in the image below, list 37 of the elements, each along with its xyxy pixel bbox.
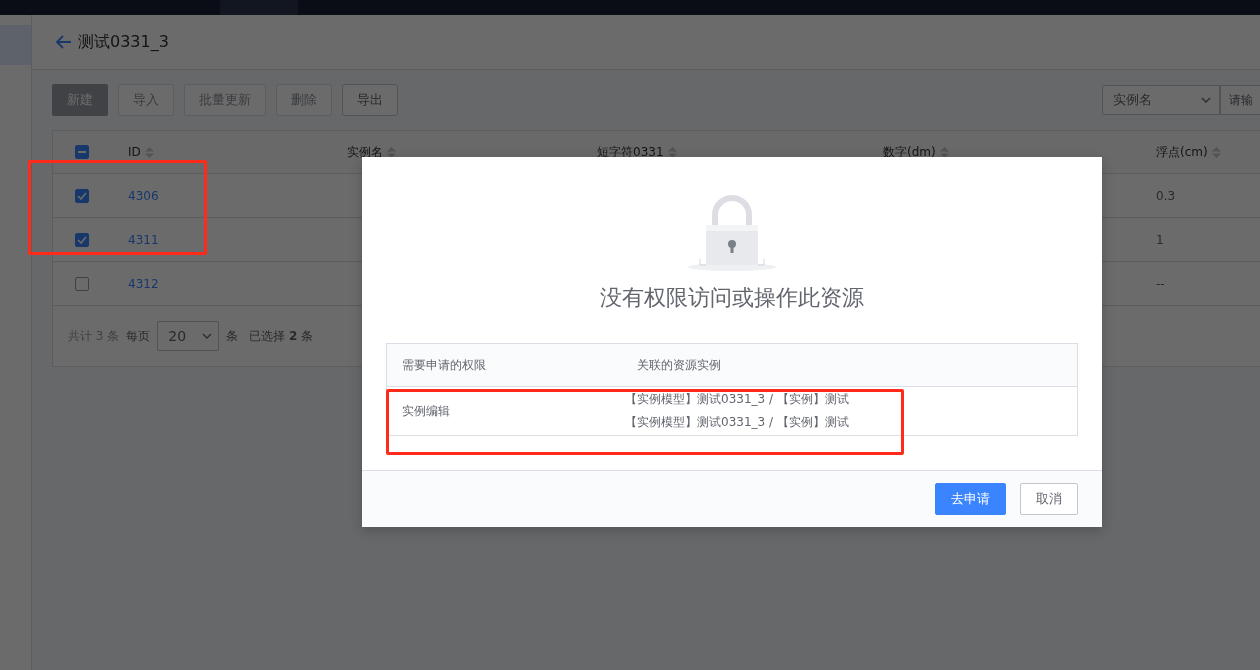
table-cell-text: 【实例模型】测试0331_3 / 【实例】测试 [625, 414, 850, 431]
back-arrow-icon[interactable] [56, 35, 72, 49]
table-cell: 0.3 [1156, 188, 1176, 203]
column-header[interactable]: 短字符0331 [597, 143, 664, 161]
id-link[interactable]: 4311 [128, 232, 159, 247]
table-cell: 实例编辑 [402, 403, 450, 418]
column-header[interactable]: ID [128, 145, 141, 159]
id-link[interactable]: 4306 [128, 188, 159, 203]
column-header[interactable]: 浮点(cm) [1156, 143, 1208, 161]
field-select[interactable]: 实例名 [1102, 85, 1220, 115]
chevron-down-icon [1201, 97, 1211, 103]
sort-icon[interactable] [667, 146, 677, 158]
table-cell: -- [1156, 276, 1165, 291]
per-page-unit: 条 [226, 327, 239, 345]
dialog-title: 没有权限访问或操作此资源 [600, 284, 864, 312]
column-header[interactable]: 数字(dm) [883, 143, 936, 161]
chevron-down-icon [202, 333, 213, 339]
row-checkbox[interactable] [75, 188, 89, 203]
column-header[interactable]: 实例名 [347, 143, 383, 161]
page-size-select[interactable]: 20 [157, 321, 220, 351]
table-cell: 1 [1156, 232, 1164, 247]
table-cell-text: 【实例模型】测试0331_3 / 【实例】测试 [625, 391, 850, 408]
apply-button[interactable]: 去申请 [935, 483, 1006, 515]
toolbar-button[interactable]: 导出 [342, 84, 398, 116]
selected-count: 已选择 2 条 [249, 327, 314, 345]
sort-icon[interactable] [939, 146, 949, 158]
select-all-checkbox[interactable] [75, 145, 89, 159]
cancel-button[interactable]: 取消 [1020, 483, 1078, 515]
sort-icon[interactable] [387, 146, 396, 158]
column-header: 关联的资源实例 [637, 357, 721, 372]
search-field[interactable]: 请输 [1220, 85, 1260, 115]
page-title: 测试0331_3 [78, 31, 169, 53]
row-checkbox[interactable] [75, 232, 89, 247]
row-checkbox[interactable] [75, 276, 89, 291]
per-page-label: 每页 [126, 327, 151, 345]
id-link[interactable]: 4312 [128, 276, 159, 291]
column-header: 需要申请的权限 [402, 357, 486, 372]
